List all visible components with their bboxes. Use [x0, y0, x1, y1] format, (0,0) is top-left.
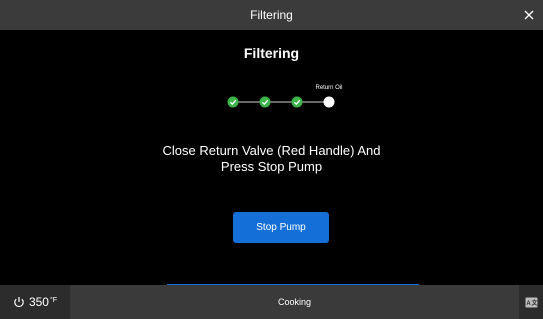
instruction-line-1: Close Return Valve (Red Handle) And: [162, 143, 381, 158]
close-button[interactable]: [521, 7, 537, 23]
bottom-bar: 350 °F Cooking A 文: [0, 285, 543, 319]
instruction-line-2: Press Stop Pump: [220, 159, 323, 174]
temperature-unit: °F: [49, 296, 58, 304]
window-title: Filtering: [250, 8, 293, 22]
instruction-text: Close Return Valve (Red Handle) And Pres…: [0, 143, 543, 175]
close-icon: [524, 10, 534, 20]
progress-stepper: Return Oil: [227, 85, 343, 108]
temperature-button[interactable]: 350 °F: [0, 285, 70, 319]
translate-icon: A 文: [525, 297, 538, 307]
step-2-done: [259, 96, 271, 108]
status-label: Cooking: [277, 297, 312, 307]
step-4-label: Return Oil: [315, 85, 342, 91]
main-panel: Filtering Return Oil Close Return Valve …: [0, 30, 543, 286]
power-icon: [14, 297, 24, 308]
language-button[interactable]: A 文: [519, 285, 543, 319]
temperature-value: 350: [28, 295, 49, 309]
step-1-done: [227, 96, 239, 108]
stop-pump-button[interactable]: Stop Pump: [233, 212, 329, 243]
title-bar: Filtering: [0, 0, 543, 30]
page-title: Filtering: [243, 45, 300, 61]
svg-text:文: 文: [530, 299, 538, 307]
step-4-current: [323, 96, 335, 108]
step-3-done: [291, 96, 303, 108]
